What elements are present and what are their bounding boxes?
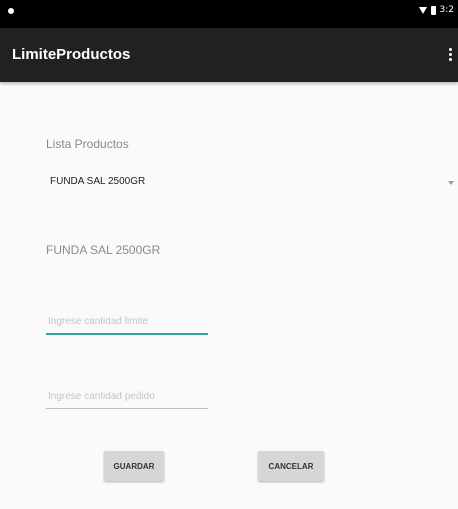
battery-icon [430, 5, 436, 15]
status-time: 3:2 [439, 5, 454, 15]
wifi-icon [418, 6, 427, 14]
product-spinner[interactable]: FUNDA SAL 2500GR [40, 170, 458, 198]
app-bar: LimiteProductos [0, 28, 458, 82]
app-title: LimiteProductos [12, 46, 131, 63]
status-icons: 3:2 [418, 5, 454, 15]
overflow-menu-icon[interactable] [449, 48, 452, 61]
notification-dot-icon [8, 8, 14, 14]
product-list-label: Lista Productos [46, 137, 129, 151]
product-spinner-value: FUNDA SAL 2500GR [50, 176, 146, 187]
limit-quantity-input[interactable] [46, 309, 208, 335]
dropdown-arrow-icon [448, 181, 454, 185]
status-bar: 3:2 [0, 0, 458, 28]
selected-product-text: FUNDA SAL 2500GR [46, 243, 161, 257]
order-quantity-input[interactable] [46, 384, 208, 409]
save-button[interactable]: GUARDAR [104, 451, 164, 481]
cancel-button[interactable]: CANCELAR [258, 451, 324, 481]
